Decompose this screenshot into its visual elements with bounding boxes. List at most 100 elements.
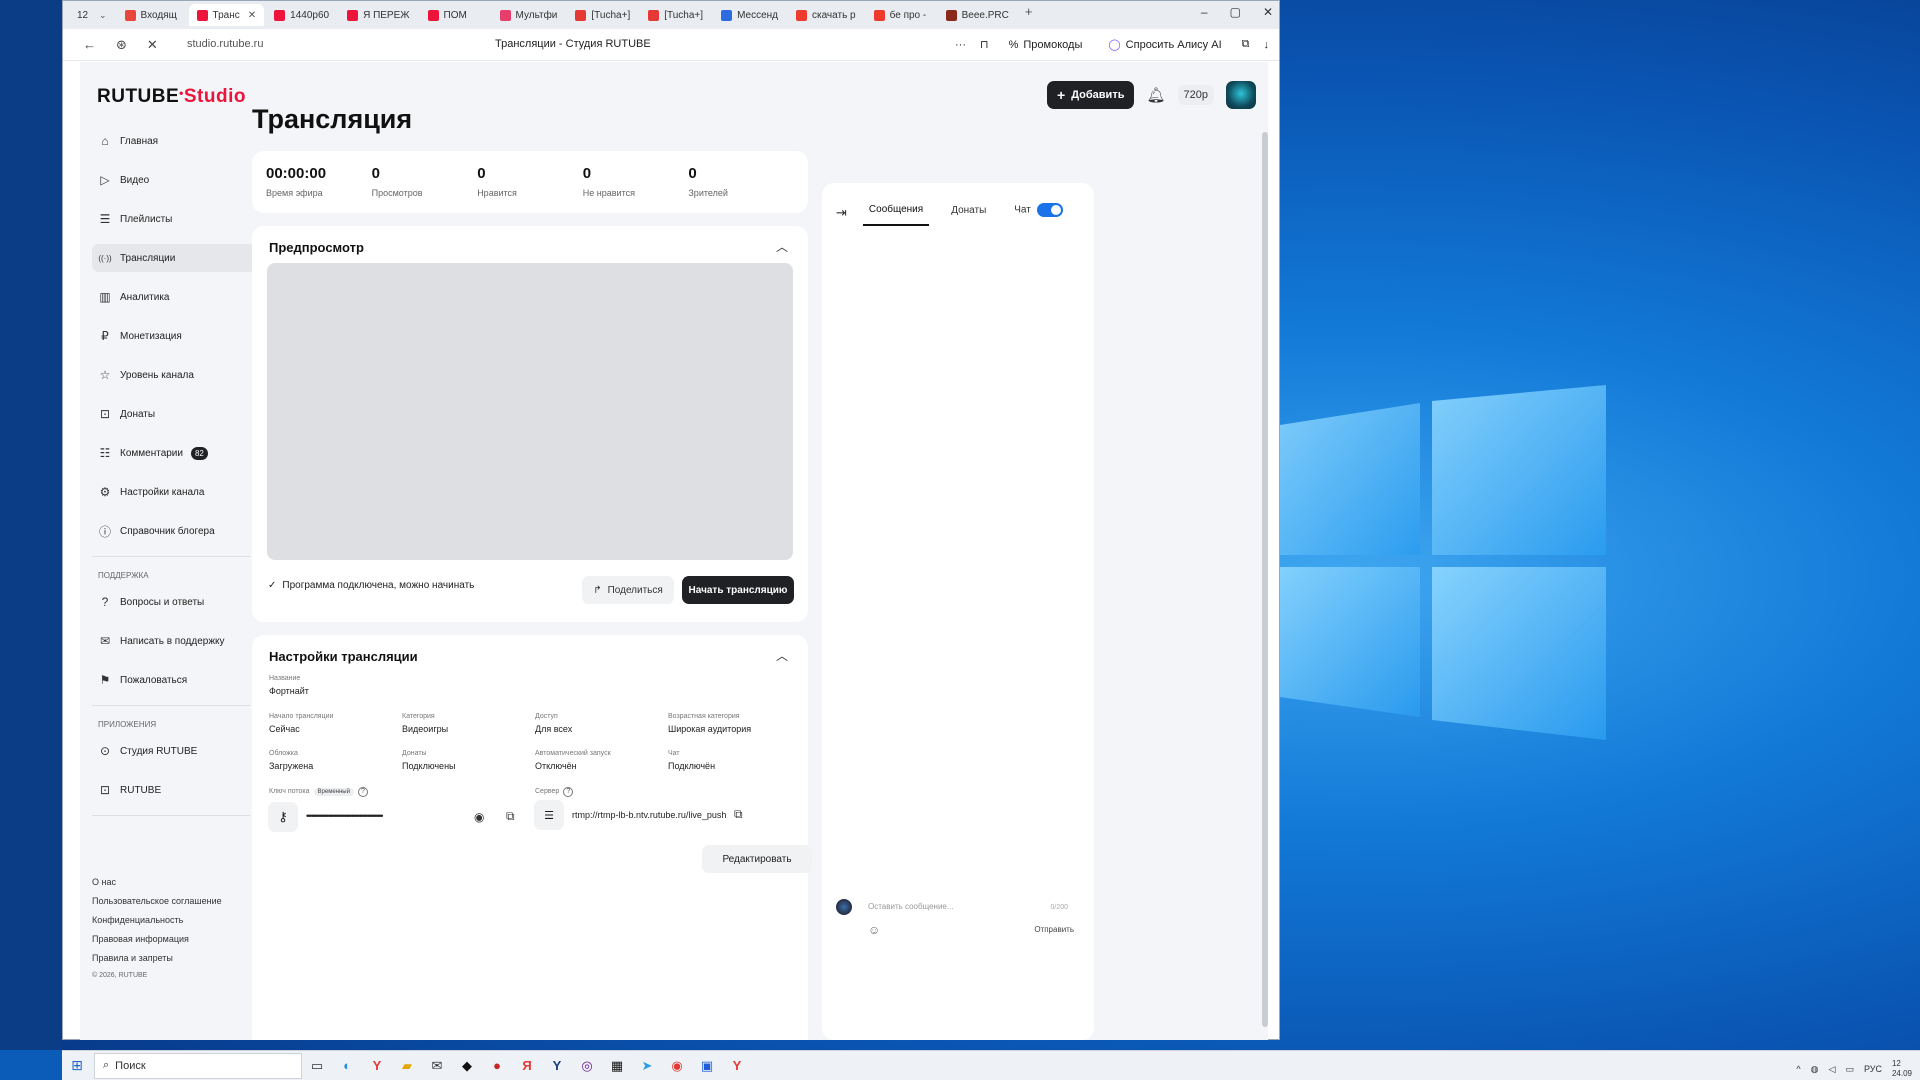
stat-label: Просмотров [371,188,423,198]
browser-tab[interactable]: [Tucha+] [640,4,711,26]
edge-icon[interactable]: ◐ [332,1051,362,1080]
back-icon[interactable]: ← [83,37,96,52]
sidebar-item[interactable]: ✉ Написать в поддержку [92,627,256,655]
footer-link[interactable]: О нас [92,877,222,887]
chevron-up-icon[interactable]: ^ [1796,1064,1800,1074]
sidebar-item[interactable]: ▥ Аналитика [92,283,256,311]
browser-tab[interactable]: Beee.PRC [938,4,1017,26]
server-url[interactable]: rtmp://rtmp-lb-b.ntv.rutube.ru/live_push [572,810,726,820]
app-icon[interactable]: Y [542,1051,572,1080]
browser-tab[interactable]: Входящ [117,4,187,26]
telegram-icon[interactable]: ➤ [632,1051,662,1080]
share-button[interactable]: ↱ Поделиться [582,576,674,604]
app-icon[interactable]: ● [482,1051,512,1080]
network-icon[interactable]: ◍ [1811,1064,1819,1075]
browser-tab[interactable]: скачать р [788,4,864,26]
avatar[interactable] [1226,81,1256,109]
maximize-icon[interactable]: ▢ [1230,5,1241,19]
browser-tab[interactable]: Я ПЕРЕЖ [339,4,417,26]
language-indicator[interactable]: РУС [1864,1064,1882,1074]
sidebar-item[interactable]: ☆ Уровень канала [92,361,256,389]
promo-button[interactable]: % Промокоды [1003,36,1089,54]
sidebar-item[interactable]: ((·)) Трансляции [92,244,256,272]
footer-link[interactable]: Правовая информация [92,934,222,944]
edit-button[interactable]: Редактировать [702,845,812,873]
app-icon[interactable]: ◆ [452,1051,482,1080]
stop-icon[interactable]: ✕ [147,37,158,53]
epic-games-icon[interactable]: ▦ [602,1051,632,1080]
yandex-browser-icon[interactable]: Я [512,1051,542,1080]
send-button[interactable]: Отправить [1034,925,1074,934]
app-icon[interactable]: ▣ [692,1051,722,1080]
clock[interactable]: 12 24.09 [1892,1059,1912,1079]
sidebar-item[interactable]: ₽ Монетизация [92,322,256,350]
yandex-icon[interactable]: Y [362,1051,392,1080]
favicon-icon [648,9,660,21]
collapse-panel-icon[interactable]: ⇥ [836,205,847,221]
yandex-icon[interactable]: Y [722,1051,752,1080]
copy-icon[interactable]: ⧉ [506,809,515,824]
sidebar-item[interactable]: ☷ Комментарии 82 [92,439,256,467]
chevron-down-icon[interactable]: ⌄ [99,10,107,21]
stream-key-masked[interactable]: ••••••••••••••••••••••••••••••••••••••••… [306,811,383,821]
collections-icon[interactable]: ⧉ [1242,38,1250,51]
keyboard-icon[interactable]: ▭ [1845,1064,1854,1075]
sidebar-item[interactable]: ☰ Плейлисты [92,205,256,233]
app-icon[interactable]: ◎ [572,1051,602,1080]
sidebar-item[interactable]: ⌂ Главная [92,127,256,155]
video-preview[interactable] [267,263,793,560]
footer-link[interactable]: Конфиденциальность [92,915,222,925]
scrollbar[interactable] [1262,132,1268,1027]
more-icon[interactable]: ··· [955,39,966,51]
eye-icon[interactable]: ◉ [474,810,484,824]
tab-messages[interactable]: Сообщения [862,200,930,226]
browser-tab[interactable]: Мультфи [492,4,566,26]
mail-app-icon[interactable]: ✉ [422,1051,452,1080]
sidebar-item-label: Главная [120,135,159,147]
sidebar-item[interactable]: ⊙ Студия RUTUBE [92,737,256,765]
volume-icon[interactable]: ◁ [1829,1064,1836,1075]
sidebar-item[interactable]: ⊡ Донаты [92,400,256,428]
tab-count[interactable]: 12 [77,10,97,21]
start-broadcast-button[interactable]: Начать трансляцию [682,576,794,604]
bell-icon[interactable]: 🔔︎ [1146,86,1165,104]
footer-link[interactable]: Правила и запреты [92,953,222,963]
chat-toggle[interactable] [1036,203,1063,217]
sidebar-item[interactable]: ⓘ Справочник блогера [92,517,256,545]
shield-icon[interactable]: ⊛ [116,37,127,53]
chevron-up-icon[interactable]: ︿ [776,238,788,255]
new-tab-icon[interactable]: + [1025,4,1033,26]
browser-tab[interactable]: Транс ✕ [188,4,265,26]
browser-tab[interactable]: 1440p60 [266,4,337,26]
browser-tab[interactable]: Мессенд [713,4,786,26]
chat-message-input[interactable]: Оставить сообщение... 0/200 [864,897,1074,917]
folder-icon[interactable]: ▰ [392,1051,422,1080]
windows-start-icon[interactable]: ⊞ [62,1057,92,1074]
browser-tab[interactable]: ПОМ [420,4,490,26]
close-tab-icon[interactable]: ✕ [248,10,256,21]
footer-link[interactable]: Пользовательское соглашение [92,896,222,906]
alice-button[interactable]: ◯ Спросить Алису AI [1102,35,1227,54]
taskbar-search[interactable]: ⌕ Поиск [94,1052,302,1079]
sidebar-item[interactable]: ⊡ RUTUBE [92,776,256,804]
rutube-studio-logo[interactable]: RUTUBE•Studio [97,86,246,108]
task-view-icon[interactable]: ▭ [302,1051,332,1080]
download-icon[interactable]: ↓ [1264,39,1270,51]
close-icon[interactable]: ✕ [1263,5,1273,19]
bookmark-icon[interactable]: ⊓ [980,38,989,51]
sidebar-item[interactable]: ⚑ Пожаловаться [92,666,256,694]
url-field[interactable]: studio.rutube.ru [187,38,263,50]
favicon-icon [274,9,286,21]
tab-donates[interactable]: Донаты [945,201,992,225]
sidebar-item[interactable]: ⚙ Настройки канала [92,478,256,506]
browser-tab[interactable]: бе про - [866,4,936,26]
sidebar-item[interactable]: ? Вопросы и ответы [92,588,256,616]
sidebar-item[interactable]: ▷ Видео [92,166,256,194]
minimize-icon[interactable]: – [1201,5,1208,19]
chrome-icon[interactable]: ◉ [662,1051,692,1080]
browser-tab[interactable]: [Tucha+] [567,4,638,26]
add-button[interactable]: + Добавить [1047,81,1135,109]
copy-icon[interactable]: ⧉ [734,807,743,822]
quality-indicator[interactable]: 720p [1177,85,1214,105]
emoji-icon[interactable]: ☺ [868,923,880,937]
